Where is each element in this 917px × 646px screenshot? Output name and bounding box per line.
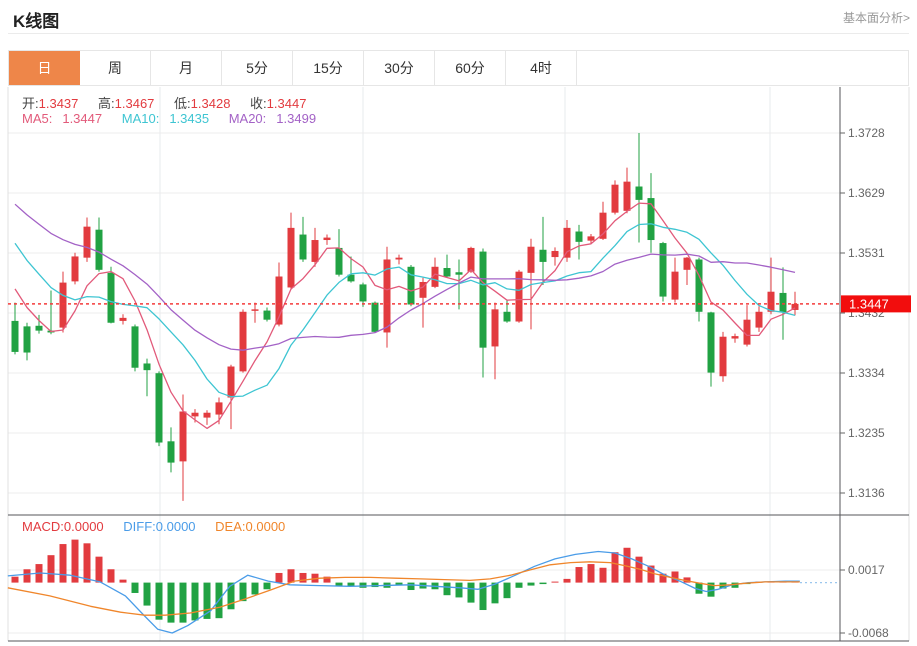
close-label: 收: [250,96,267,111]
low-label: 低: [174,96,191,111]
ma20-value: 1.3499 [276,111,316,126]
svg-text:1.3629: 1.3629 [848,186,885,200]
open-label: 开: [22,96,39,111]
macd-value: MACD:0.0000 [22,519,104,534]
ma20-label: MA20: [229,111,267,126]
ma5-value: 1.3447 [62,111,102,126]
kline-page: K线图 基本面分析> 日 周 月 5分 15分 30分 60分 4时 1.372… [0,0,917,646]
svg-text:0.0017: 0.0017 [848,563,885,577]
svg-text:1.3531: 1.3531 [848,246,885,260]
ma10-label: MA10: [122,111,160,126]
ma10-value: 1.3435 [169,111,209,126]
macd-legend: MACD:0.0000 DIFF:0.0000 DEA:0.0000 [22,519,285,534]
high-value: 1.3467 [115,96,155,111]
svg-text:-0.0068: -0.0068 [848,626,889,640]
svg-text:1.3136: 1.3136 [848,486,885,500]
dea-value: DEA:0.0000 [215,519,285,534]
svg-text:1.3334: 1.3334 [848,366,885,380]
svg-text:1.3728: 1.3728 [848,126,885,140]
close-value: 1.3447 [267,96,307,111]
ohlc-legend: 开:1.3437 高:1.3467 低:1.3428 收:1.3447 [22,93,306,112]
high-label: 高: [98,96,115,111]
svg-text:1.3447: 1.3447 [849,296,889,311]
svg-text:1.3235: 1.3235 [848,426,885,440]
diff-value: DIFF:0.0000 [123,519,195,534]
ma5-label: MA5: [22,111,52,126]
ma-legend: MA5: 1.3447 MA10: 1.3435 MA20: 1.3499 [22,111,316,126]
open-value: 1.3437 [39,96,79,111]
low-value: 1.3428 [191,96,231,111]
